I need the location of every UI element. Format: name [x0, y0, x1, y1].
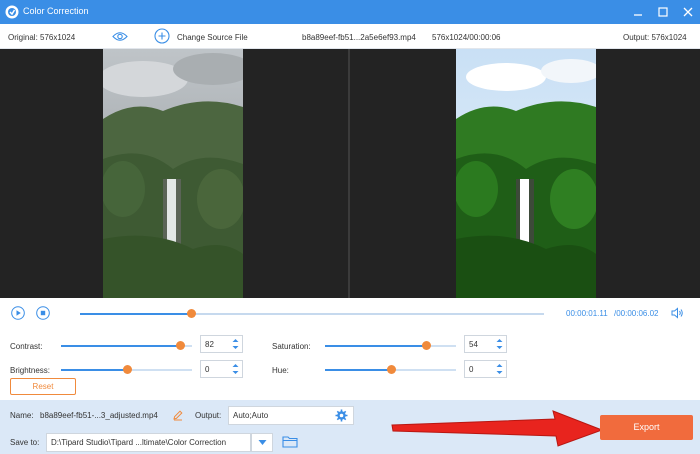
contrast-stepper[interactable]: 82 [200, 335, 243, 353]
total-time: /00:00:06.02 [614, 309, 659, 318]
hue-label: Hue: [272, 366, 289, 375]
change-source-button[interactable]: Change Source File [177, 33, 248, 42]
minimize-icon[interactable] [630, 4, 646, 20]
brightness-slider[interactable] [61, 364, 192, 376]
saturation-slider[interactable] [325, 340, 456, 352]
chevron-down-icon [258, 440, 267, 445]
preview-divider [348, 49, 350, 298]
export-button[interactable]: Export [600, 415, 693, 440]
saturation-stepper[interactable]: 54 [464, 335, 507, 353]
red-arrow-icon [391, 410, 604, 447]
saturation-value[interactable]: 54 [469, 340, 478, 349]
seek-bar-progress [80, 313, 192, 315]
edit-icon[interactable] [172, 409, 184, 421]
stepper-arrows-icon[interactable] [495, 337, 504, 351]
hue-slider[interactable] [325, 364, 456, 376]
add-icon[interactable] [154, 28, 170, 44]
hue-slider-handle[interactable] [386, 365, 396, 374]
hue-value[interactable]: 0 [469, 365, 473, 374]
save-path-field[interactable]: D:\Tipard Studio\Tipard ...ltimate\Color… [46, 433, 251, 452]
output-label: Output: [195, 411, 222, 420]
folder-icon[interactable] [282, 435, 298, 448]
contrast-label: Contrast: [10, 342, 43, 351]
seek-bar-handle[interactable] [187, 309, 197, 318]
contrast-slider[interactable] [61, 340, 192, 352]
source-resolution-duration: 576x1024/00:00:06 [432, 33, 501, 42]
info-bar: Original: 576x1024 Change Source File b8… [0, 24, 700, 49]
brightness-slider-handle[interactable] [122, 365, 132, 374]
close-icon[interactable] [680, 4, 696, 20]
name-label: Name: [10, 411, 34, 420]
output-resolution: Output: 576x1024 [623, 33, 687, 42]
window-title: Color Correction [23, 6, 89, 16]
original-video-frame [103, 49, 243, 298]
play-icon[interactable] [11, 306, 25, 320]
brightness-value[interactable]: 0 [205, 365, 209, 374]
controls-panel: 00:00:01.11 /00:00:06.02 Contrast: 82 Sa… [0, 298, 700, 400]
stop-icon[interactable] [36, 306, 50, 320]
volume-icon[interactable] [670, 306, 684, 320]
save-path-dropdown[interactable] [251, 433, 273, 452]
stepper-arrows-icon[interactable] [231, 362, 240, 376]
save-to-label: Save to: [10, 438, 40, 447]
output-file-name: b8a89eef-fb51-...3_adjusted.mp4 [40, 411, 158, 420]
preview-area [0, 49, 700, 298]
stepper-arrows-icon[interactable] [231, 337, 240, 351]
output-video-frame [456, 49, 596, 298]
contrast-slider-handle[interactable] [176, 341, 186, 350]
saturation-label: Saturation: [272, 342, 311, 351]
hue-stepper[interactable]: 0 [464, 360, 507, 378]
brightness-label: Brightness: [10, 366, 51, 375]
maximize-icon[interactable] [655, 4, 671, 20]
saturation-slider-handle[interactable] [421, 341, 431, 350]
app-logo-icon [5, 5, 19, 19]
source-file-name: b8a89eef-fb51...2a5e6ef93.mp4 [302, 33, 416, 42]
title-bar: Color Correction [0, 0, 700, 24]
original-resolution: Original: 576x1024 [8, 33, 76, 42]
stepper-arrows-icon[interactable] [495, 362, 504, 376]
eye-icon[interactable] [112, 31, 128, 42]
contrast-value[interactable]: 82 [205, 340, 214, 349]
settings-gear-icon[interactable] [335, 409, 348, 422]
current-time: 00:00:01.11 [566, 309, 608, 318]
export-bar: Name: b8a89eef-fb51-...3_adjusted.mp4 Ou… [0, 400, 700, 454]
brightness-stepper[interactable]: 0 [200, 360, 243, 378]
reset-button[interactable]: Reset [10, 378, 76, 395]
